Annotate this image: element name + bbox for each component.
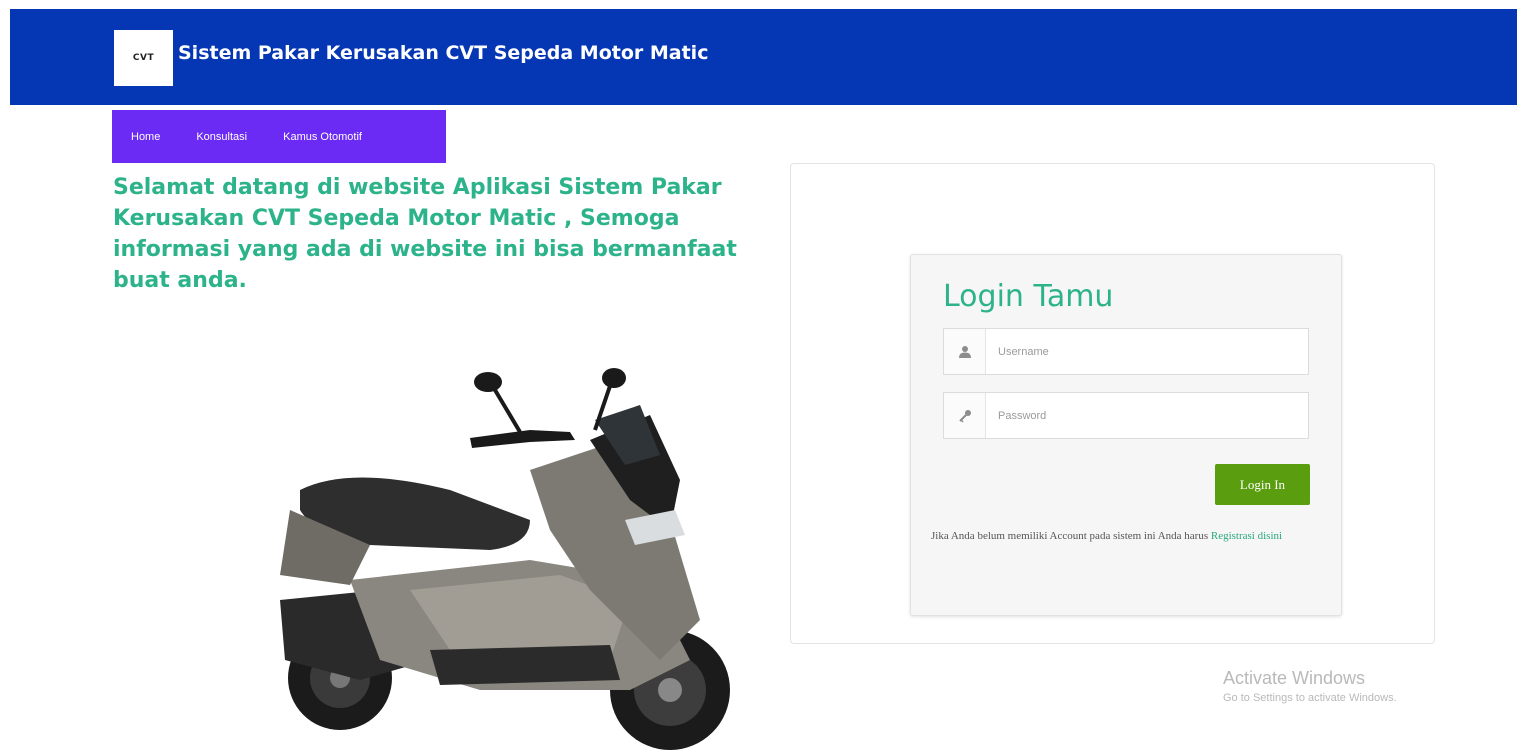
nav-item-konsultasi[interactable]: Konsultasi (196, 131, 247, 143)
logo-text: CVT (132, 53, 155, 63)
username-field (943, 328, 1309, 375)
register-note-text: Jika Anda belum memiliki Account pada si… (931, 530, 1211, 542)
site-title: Sistem Pakar Kerusakan CVT Sepeda Motor … (178, 42, 709, 64)
welcome-message: Selamat datang di website Aplikasi Siste… (113, 175, 737, 293)
activate-windows-watermark: Activate Windows Go to Settings to activ… (1223, 668, 1397, 704)
site-header: CVT Sistem Pakar Kerusakan CVT Sepeda Mo… (10, 9, 1517, 105)
logo[interactable]: CVT (114, 30, 173, 86)
user-icon (944, 329, 986, 374)
login-button[interactable]: Login In (1215, 464, 1310, 505)
main-nav: Home Konsultasi Kamus Otomotif (112, 110, 446, 163)
register-note: Jika Anda belum memiliki Account pada si… (931, 524, 1321, 549)
scooter-image (280, 368, 730, 750)
key-icon (944, 393, 986, 438)
login-card: Login Tamu Login In Jika Anda belum memi… (910, 254, 1342, 616)
password-field (943, 392, 1309, 439)
username-input[interactable] (986, 329, 1308, 374)
register-link[interactable]: Registrasi disini (1211, 530, 1282, 542)
password-input[interactable] (986, 393, 1308, 438)
watermark-title: Activate Windows (1223, 668, 1366, 688)
nav-item-kamus-otomotif[interactable]: Kamus Otomotif (283, 131, 362, 143)
nav-item-home[interactable]: Home (131, 131, 160, 143)
login-title: Login Tamu (943, 279, 1114, 314)
watermark-subtitle: Go to Settings to activate Windows. (1223, 692, 1397, 704)
